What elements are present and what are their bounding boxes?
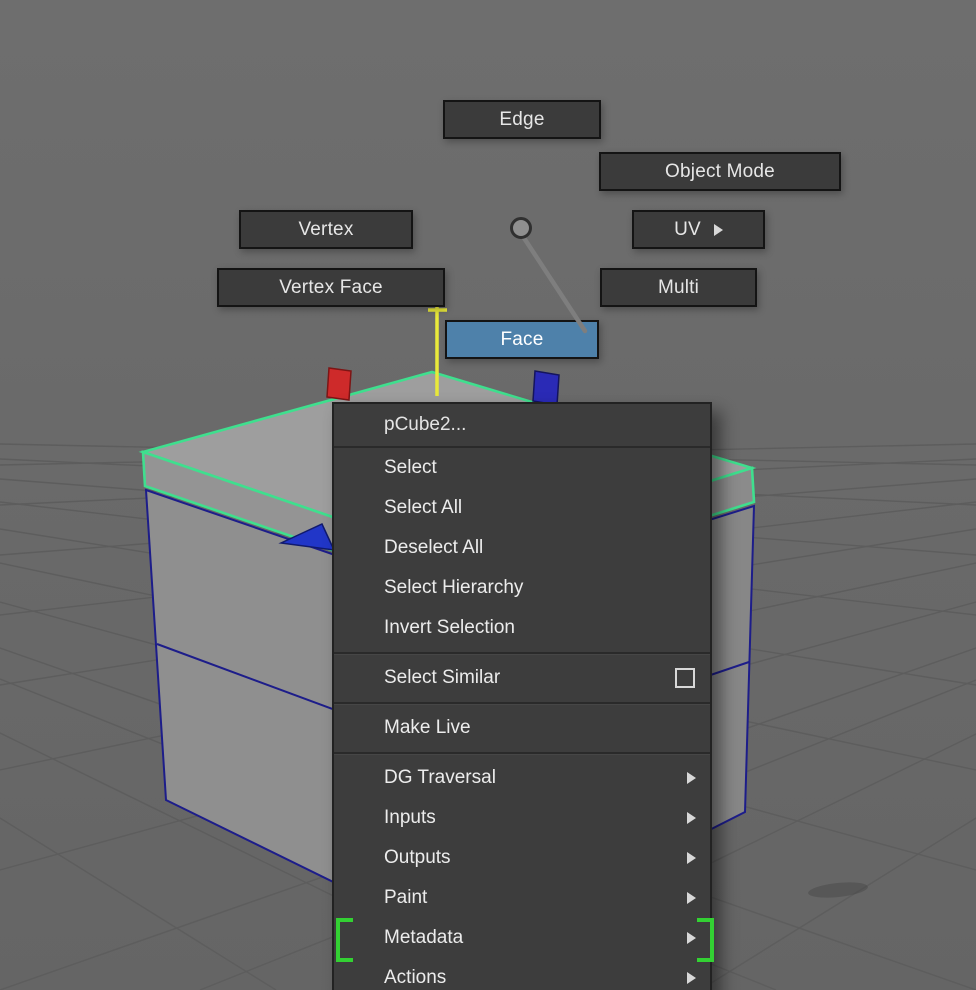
submenu-arrow-icon <box>687 852 696 864</box>
marking-menu-face-label: Face <box>500 328 544 350</box>
menu-item-invert-selection[interactable]: Invert Selection <box>334 608 710 648</box>
menu-item-inputs-label: Inputs <box>384 807 436 828</box>
marking-menu-uv-label: UV <box>674 218 701 240</box>
marking-menu-edge-label: Edge <box>499 108 545 130</box>
blue-flag-handle <box>532 370 560 406</box>
menu-item-select-similar-label: Select Similar <box>384 667 501 688</box>
menu-item-metadata-label: Metadata <box>384 927 464 948</box>
menu-item-dg-traversal[interactable]: DG Traversal <box>334 758 710 798</box>
selection-bracket-left <box>336 918 353 962</box>
menu-separator <box>334 752 710 754</box>
menu-item-actions[interactable]: Actions <box>334 958 710 990</box>
select-similar-option-checkbox[interactable] <box>675 668 695 688</box>
submenu-arrow-icon <box>687 812 696 824</box>
submenu-arrow-icon <box>713 223 723 236</box>
submenu-arrow-icon <box>687 772 696 784</box>
marking-menu-object-mode[interactable]: Object Mode <box>599 152 841 191</box>
menu-item-select-hierarchy[interactable]: Select Hierarchy <box>334 568 710 608</box>
menu-item-paint[interactable]: Paint <box>334 878 710 918</box>
marking-menu-object-mode-label: Object Mode <box>665 160 775 182</box>
marking-menu-edge[interactable]: Edge <box>443 100 601 139</box>
ground-smudge <box>808 882 868 898</box>
menu-item-select-hierarchy-label: Select Hierarchy <box>384 577 524 598</box>
menu-item-outputs[interactable]: Outputs <box>334 838 710 878</box>
marking-menu-vertex[interactable]: Vertex <box>239 210 413 249</box>
menu-item-select-label: Select <box>384 457 437 478</box>
menu-item-metadata[interactable]: Metadata <box>334 918 710 958</box>
menu-item-select-all-label: Select All <box>384 497 463 518</box>
submenu-arrow-icon <box>687 972 696 984</box>
menu-item-make-live-label: Make Live <box>384 717 471 738</box>
menu-item-select-similar[interactable]: Select Similar <box>334 658 710 698</box>
menu-item-invert-selection-label: Invert Selection <box>384 617 515 638</box>
maya-viewport: Edge Object Mode Vertex UV Vertex Face M… <box>0 0 976 990</box>
menu-item-outputs-label: Outputs <box>384 847 451 868</box>
marking-menu-uv[interactable]: UV <box>632 210 765 249</box>
menu-item-inputs[interactable]: Inputs <box>334 798 710 838</box>
submenu-arrow-icon <box>687 932 696 944</box>
menu-item-dg-traversal-label: DG Traversal <box>384 767 496 788</box>
menu-item-actions-label: Actions <box>384 967 447 988</box>
menu-separator <box>334 652 710 654</box>
marking-menu-multi-label: Multi <box>657 276 700 298</box>
menu-item-select-all[interactable]: Select All <box>334 488 710 528</box>
marking-menu-multi[interactable]: Multi <box>600 268 757 307</box>
marking-menu-vertex-face[interactable]: Vertex Face <box>217 268 445 307</box>
menu-item-deselect-all[interactable]: Deselect All <box>334 528 710 568</box>
menu-item-deselect-all-label: Deselect All <box>384 537 484 558</box>
marking-menu-face[interactable]: Face <box>445 320 599 359</box>
context-menu-title[interactable]: pCube2... <box>334 404 710 448</box>
menu-item-make-live[interactable]: Make Live <box>334 708 710 748</box>
marking-menu-vertex-face-label: Vertex Face <box>279 276 383 298</box>
selection-bracket-right <box>697 918 714 962</box>
menu-separator <box>334 702 710 704</box>
context-menu: pCube2... Select Select All Deselect All… <box>332 402 712 990</box>
marking-menu-vertex-label: Vertex <box>298 218 354 240</box>
menu-item-select[interactable]: Select <box>334 448 710 488</box>
menu-item-paint-label: Paint <box>384 887 428 908</box>
red-flag-handle <box>326 367 352 401</box>
submenu-arrow-icon <box>687 892 696 904</box>
